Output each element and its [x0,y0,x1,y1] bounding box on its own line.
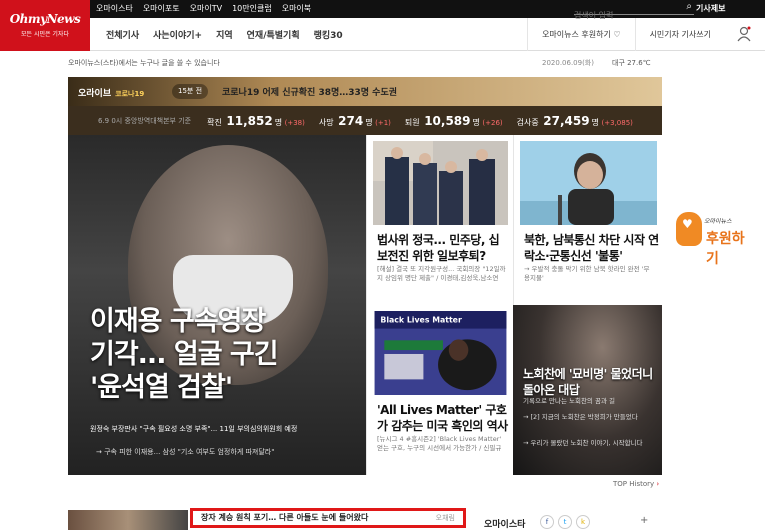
plus-icon[interactable]: + [640,515,648,526]
toplink-book[interactable]: 오마이북 [282,3,311,14]
card-blm-desc[interactable]: [뉴시그 4 #흥시즌2] 'Black Lives Matter' 얻는 구호… [377,435,507,453]
card-roh-title[interactable]: 노회찬에 '묘비명' 물었더니 돌아온 대답 [523,367,658,398]
facebook-icon[interactable]: f [540,515,554,529]
notice-text[interactable]: 오마이뉴스(스타)에서는 누구나 글을 쓸 수 있습니다 [68,58,220,68]
covid-panel[interactable]: 오라이브 코로나19 15분 전 코로나19 어제 신규확진 38명…33명 수도… [68,77,662,135]
nav-life-stories[interactable]: 사는이야기+ [153,28,202,41]
covid-brand: 오라이브 코로나19 [78,89,145,99]
card-roh-desc: 기록으로 만나는 노회찬의 꿈과 길 [523,397,615,405]
card-roh[interactable]: 노회찬에 '묘비명' 물었더니 돌아온 대답 기록으로 만나는 노회찬의 꿈과 … [513,305,662,475]
section-label-star[interactable]: 오마이스타 [484,517,525,530]
citizen-write-link[interactable]: 시민기자 기사쓰기 [634,18,725,51]
chevron-right-icon: › [656,480,660,488]
main-nav: 전체기사 사는이야기+ 지역 연재/특별기획 랭킹30 오마이뉴스 후원하기 ♡… [90,18,765,51]
card-roh-link1[interactable]: → [2] 지금의 노회찬은 박정희가 만들었다 [523,413,658,422]
nav-region[interactable]: 지역 [216,28,233,41]
hero-title[interactable]: 이재용 구속영장 기각... 얼굴 구긴 '윤석열 검찰' [90,305,279,405]
card-north-korea[interactable]: 북한, 남북통신 차단 시작 연락소·군통신선 '불통' → 우발적 충돌 막기… [513,135,662,305]
twitter-icon[interactable]: t [558,515,572,529]
user-icon[interactable] [737,26,751,42]
weather-text: 대구 27.6℃ [612,59,651,67]
card-roh-link2[interactable]: → 우리가 몰랐던 노회찬 이야기, 시작합니다 [523,439,658,448]
support-badge[interactable]: ♥ 오마이뉴스 후원하기 [676,210,756,267]
social-icons: f t k [540,515,590,529]
search-icon[interactable]: ⌕ [686,1,692,12]
hero-article[interactable]: 이재용 구속영장 기각... 얼굴 구긴 '윤석열 검찰' 원정숙 부장판사 "… [68,135,366,475]
toplink-star[interactable]: 오마이스타 [96,3,133,14]
stat-testing: 검사중 27,459 명 (+3,085) [516,113,633,128]
covid-source: 6.9 0시 중앙방역대책본부 기준 [98,116,192,125]
card-assembly-desc[interactable]: [해설] 결국 또 지각원구성... 국회의장 "12일까지 상임위 명단 제출… [377,265,507,283]
logo-tagline: 모든 시민은 기자다 [21,31,69,38]
blm-sign-text: Black Lives Matter [380,316,462,325]
support-badge-small: 오마이뉴스 [704,218,732,225]
nav-all-articles[interactable]: 전체기사 [106,28,139,41]
card-assembly-photo [373,141,508,225]
nav-ranking[interactable]: 랭킹30 [314,28,343,41]
stat-released: 퇴원 10,589 명 (+26) [404,113,503,128]
toplink-tv[interactable]: 오마이TV [190,3,222,14]
nav-series[interactable]: 연재/특별기획 [247,28,300,41]
bottom-thumbnail[interactable] [68,510,188,530]
toplink-photo[interactable]: 오마이포토 [143,3,180,14]
covid-headline[interactable]: 코로나19 어제 신규확진 38명…33명 수도권 [222,85,397,98]
logo[interactable]: OhmyNews 모든 시민은 기자다 [0,0,90,51]
breaking-text[interactable]: 장자 계승 원칙 포기… 다른 아들도 눈에 들어왔다 [201,513,368,522]
logo-name: OhmyNews [9,12,81,26]
card-assembly[interactable]: 법사위 정국... 민주당, 십보전진 위한 일보후퇴? [해설] 결국 또 지… [366,135,513,305]
card-nk-title[interactable]: 북한, 남북통신 차단 시작 연락소·군통신선 '불통' [524,233,662,264]
toplink-club[interactable]: 10만인클럽 [232,3,272,14]
stat-deaths: 사망 274 명 (+1) [318,113,391,128]
breaking-author: 오채림 [435,514,455,522]
card-blm-photo: Black Lives Matter [374,311,507,395]
hero-sub2[interactable]: → 구속 피한 이재용... 삼성 "기소 여부도 엄정하게 따져달라" [96,447,274,457]
covid-time-pill: 15분 전 [172,84,209,99]
card-nk-desc[interactable]: → 우발적 충돌 막기 위한 남북 핫라인 완전 '무용지물' [524,265,654,283]
card-lives-matter[interactable]: Black Lives Matter 'All Lives Matter' 구호… [366,305,513,475]
card-nk-photo [520,141,657,225]
date-text: 2020.06.09(화) [542,59,594,67]
kakao-icon[interactable]: k [576,515,590,529]
hero-sub1[interactable]: 원정숙 부장판사 "구속 필요성 소명 부족"... 11일 부의심의위원회 예… [90,424,297,434]
top-links: 오마이스타 오마이포토 오마이TV 10만인클럽 오마이북 [96,3,311,14]
report-button[interactable]: 기사제보 [696,3,725,14]
card-assembly-title[interactable]: 법사위 정국... 민주당, 십보전진 위한 일보후퇴? [377,233,507,264]
card-blm-title[interactable]: 'All Lives Matter' 구호가 감추는 미국 흑인의 역사 [377,403,512,434]
breaking-news-bar[interactable]: 장자 계승 원칙 포기… 다른 아들도 눈에 들어왔다 오채림 [190,508,466,528]
search-box: ⌕ [574,1,694,20]
support-link[interactable]: 오마이뉴스 후원하기 ♡ [527,18,635,51]
stat-confirmed: 확진 11,852 명 (+38) [207,113,305,128]
support-badge-label: 후원하기 [706,231,745,267]
top-history-link[interactable]: TOP History › [613,480,659,488]
heart-icon: ♥ [682,217,693,231]
